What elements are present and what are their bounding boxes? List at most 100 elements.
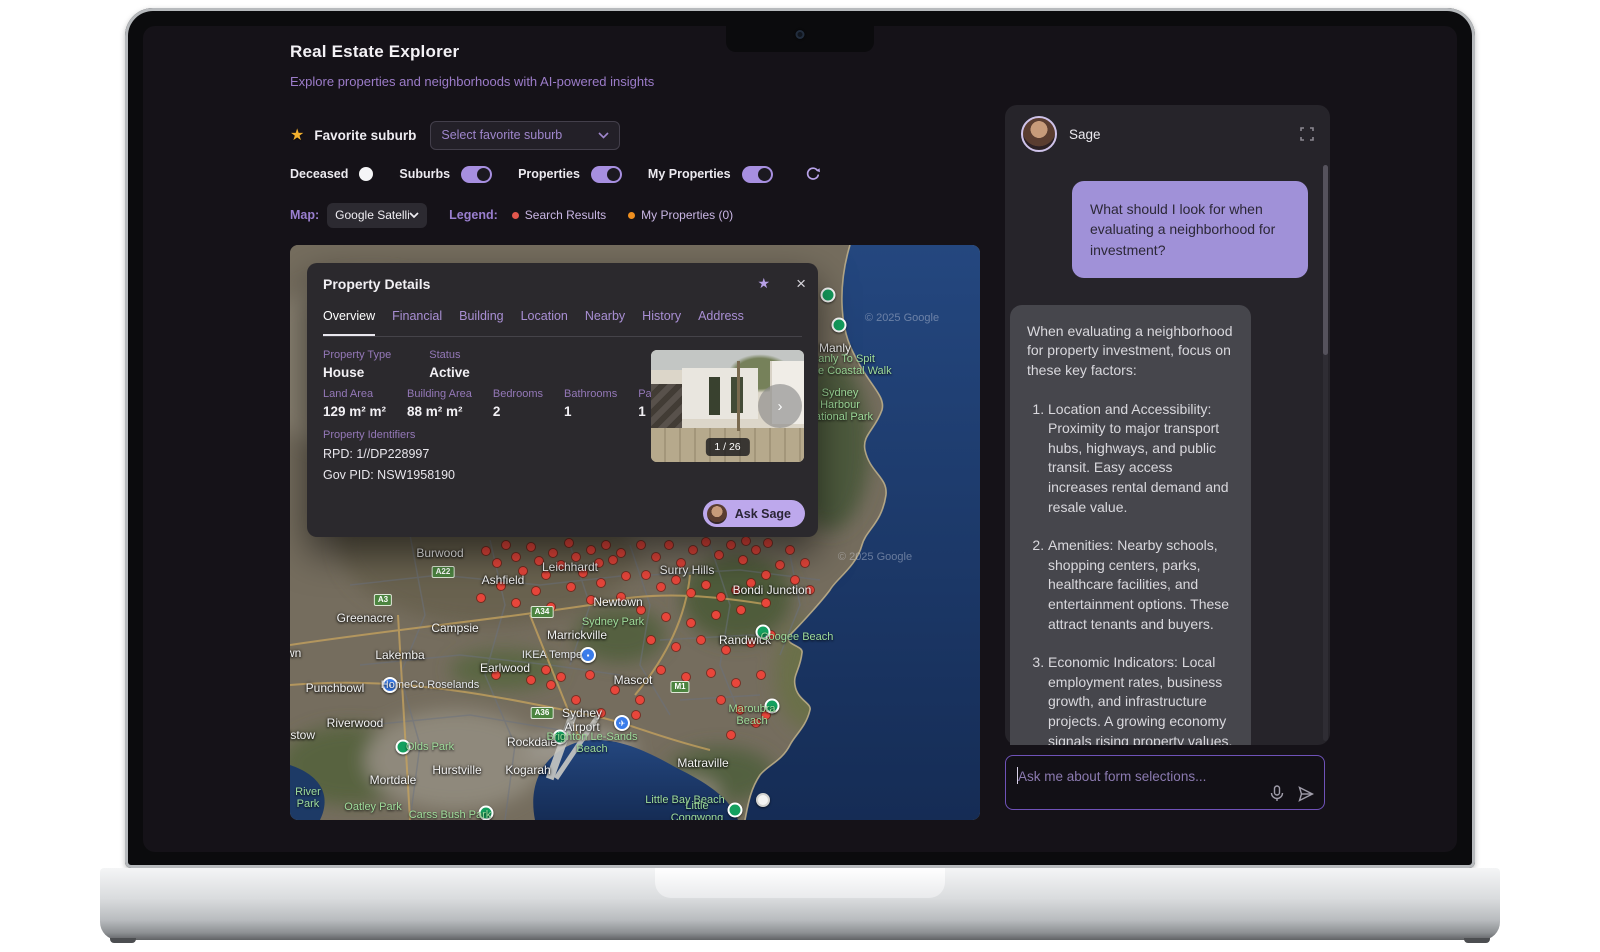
property-marker[interactable] xyxy=(732,679,740,687)
map-type-value: Google Satellite xyxy=(335,208,409,222)
property-marker[interactable] xyxy=(682,673,690,681)
map-type-select[interactable]: Google Satellite xyxy=(327,203,427,228)
property-marker[interactable] xyxy=(717,593,725,601)
property-marker[interactable] xyxy=(737,606,745,614)
place-marker[interactable] xyxy=(832,318,847,333)
property-marker[interactable] xyxy=(689,546,697,554)
property-marker[interactable] xyxy=(722,646,730,654)
property-marker[interactable] xyxy=(587,546,595,554)
property-marker[interactable] xyxy=(739,556,747,564)
send-icon[interactable] xyxy=(1298,786,1314,802)
chat-messages[interactable]: What should I look for when evaluating a… xyxy=(1010,163,1308,745)
property-marker[interactable] xyxy=(632,711,640,719)
carousel-next-button[interactable]: › xyxy=(758,384,802,428)
property-marker[interactable] xyxy=(609,556,617,564)
property-marker[interactable] xyxy=(707,669,715,677)
property-marker[interactable] xyxy=(764,539,772,547)
tab-address[interactable]: Address xyxy=(698,309,744,336)
property-marker[interactable] xyxy=(662,613,670,621)
place-marker[interactable] xyxy=(756,793,770,807)
expand-icon[interactable] xyxy=(1300,127,1314,141)
property-marker[interactable] xyxy=(597,579,605,587)
tab-building[interactable]: Building xyxy=(459,309,503,336)
sydney-airport-poi[interactable]: ✈ xyxy=(614,715,630,731)
close-icon[interactable]: × xyxy=(796,277,806,291)
property-photo-carousel[interactable]: 1 / 26 › xyxy=(651,350,804,462)
toggle-my-properties-switch[interactable] xyxy=(742,166,773,183)
property-marker[interactable] xyxy=(482,547,490,555)
favorite-property-star-icon[interactable]: ★ xyxy=(758,275,771,292)
toggle-suburbs-switch[interactable] xyxy=(461,166,492,183)
tab-nearby[interactable]: Nearby xyxy=(585,309,625,336)
chat-input[interactable] xyxy=(1018,764,1248,788)
property-marker[interactable] xyxy=(637,541,645,549)
property-marker[interactable] xyxy=(647,636,655,644)
ikea-store-poi[interactable]: ▪ xyxy=(580,647,596,663)
property-marker[interactable] xyxy=(715,551,723,559)
property-marker[interactable] xyxy=(776,561,784,569)
property-marker[interactable] xyxy=(801,559,809,567)
toggle-deceased-control[interactable] xyxy=(359,167,373,181)
property-marker[interactable] xyxy=(762,571,770,579)
property-marker[interactable] xyxy=(567,583,575,591)
property-marker[interactable] xyxy=(717,696,725,704)
tab-history[interactable]: History xyxy=(642,309,681,336)
property-marker[interactable] xyxy=(702,581,710,589)
property-marker[interactable] xyxy=(652,553,660,561)
property-marker[interactable] xyxy=(502,541,510,549)
map[interactable]: ▪▪✈BurwoodLeichhardtAshfieldNewtownMarri… xyxy=(290,245,980,820)
property-marker[interactable] xyxy=(527,676,535,684)
property-marker[interactable] xyxy=(712,611,720,619)
property-marker[interactable] xyxy=(557,673,565,681)
property-marker[interactable] xyxy=(657,583,665,591)
toggle-properties-switch[interactable] xyxy=(591,166,622,183)
ask-sage-button[interactable]: Ask Sage xyxy=(703,500,805,527)
property-marker[interactable] xyxy=(549,549,557,557)
place-marker[interactable] xyxy=(821,288,836,303)
tab-financial[interactable]: Financial xyxy=(392,309,442,336)
microphone-icon[interactable] xyxy=(1270,785,1284,802)
property-marker[interactable] xyxy=(752,546,760,554)
property-marker[interactable] xyxy=(687,589,695,597)
property-marker[interactable] xyxy=(657,666,665,674)
property-marker[interactable] xyxy=(586,671,594,679)
property-marker[interactable] xyxy=(702,538,710,546)
assistant-point: Amenities: Nearby schools, shopping cent… xyxy=(1048,536,1234,634)
favorite-suburb-select[interactable]: Select favorite suburb xyxy=(430,121,620,150)
property-marker[interactable] xyxy=(636,696,644,704)
map-label-carss-bush-park: Carss Bush Park xyxy=(409,809,492,820)
tab-location[interactable]: Location xyxy=(521,309,568,336)
property-marker[interactable] xyxy=(786,546,794,554)
property-marker[interactable] xyxy=(757,671,765,679)
property-marker[interactable] xyxy=(665,541,673,549)
property-marker[interactable] xyxy=(512,599,520,607)
property-marker[interactable] xyxy=(617,549,625,557)
property-marker[interactable] xyxy=(762,599,770,607)
property-marker[interactable] xyxy=(622,572,630,580)
property-marker[interactable] xyxy=(672,643,680,651)
property-marker[interactable] xyxy=(527,543,535,551)
refresh-icon[interactable] xyxy=(805,166,821,182)
property-marker[interactable] xyxy=(602,541,610,549)
property-marker[interactable] xyxy=(687,619,695,627)
property-marker[interactable] xyxy=(542,666,550,674)
property-marker[interactable] xyxy=(727,541,735,549)
property-marker[interactable] xyxy=(565,539,573,547)
property-marker[interactable] xyxy=(727,731,735,739)
property-marker[interactable] xyxy=(547,681,555,689)
property-marker[interactable] xyxy=(642,571,650,579)
property-marker[interactable] xyxy=(742,537,750,545)
toggle-suburbs: Suburbs xyxy=(399,166,492,183)
property-marker[interactable] xyxy=(572,696,580,704)
property-marker[interactable] xyxy=(493,559,501,567)
property-marker[interactable] xyxy=(611,686,619,694)
property-marker[interactable] xyxy=(672,576,680,584)
chat-scrollbar-thumb[interactable] xyxy=(1323,165,1328,355)
property-marker[interactable] xyxy=(697,636,705,644)
place-marker[interactable] xyxy=(728,803,743,818)
property-marker[interactable] xyxy=(512,553,520,561)
assistant-point: Economic Indicators: Local employment ra… xyxy=(1048,653,1234,745)
property-marker[interactable] xyxy=(477,594,485,602)
tab-overview[interactable]: Overview xyxy=(323,309,375,336)
property-marker[interactable] xyxy=(532,587,540,595)
